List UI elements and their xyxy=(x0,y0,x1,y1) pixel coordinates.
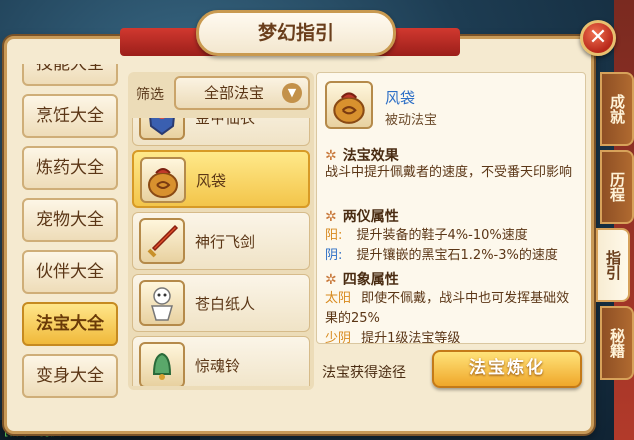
yang-label: 阳: xyxy=(325,228,343,243)
category-alchemy[interactable]: 炼药大全 xyxy=(22,146,118,190)
item-name: 神行飞剑 xyxy=(195,233,256,251)
list-item[interactable]: 苍白纸人 xyxy=(132,274,310,332)
item-name: 惊魂铃 xyxy=(195,357,241,375)
filter-value: 全部法宝 xyxy=(204,84,265,102)
treasure-detail: 风袋 被动法宝 ✲ 法宝效果 战斗中提升佩戴者的速度，不受番天印影响 ✲ 两仪属性 … xyxy=(316,72,586,344)
yin-text: 提升镶嵌的黑宝石1.2%-3%的速度 xyxy=(356,248,558,263)
panel-title: 梦幻指引 xyxy=(196,10,396,56)
list-item[interactable]: 金甲仙衣 xyxy=(132,118,310,146)
tab-achievements[interactable]: 成就 xyxy=(600,72,634,146)
sun-label: 太阳 xyxy=(325,291,352,306)
list-item-selected[interactable]: 风袋 xyxy=(132,150,310,208)
tab-secrets[interactable]: 秘籍 xyxy=(600,306,634,380)
wind-bag-icon xyxy=(325,81,373,129)
shaoyin-label: 少阴 xyxy=(325,331,352,344)
chevron-down-icon: ▼ xyxy=(282,83,302,103)
sun-line: 太阳 即使不佩戴，战斗中也可发挥基础效果的25% xyxy=(325,289,581,329)
section-title: 两仪属性 xyxy=(342,209,399,225)
yang-text: 提升装备的鞋子4%-10%速度 xyxy=(356,228,528,243)
bell-icon xyxy=(139,342,185,386)
flying-sword-icon xyxy=(139,218,185,264)
section-sixiang: ✲ 四象属性 xyxy=(325,269,399,289)
obtain-method-link[interactable]: 法宝获得途径 xyxy=(322,362,406,382)
item-name: 风袋 xyxy=(196,172,227,190)
category-cooking[interactable]: 烹饪大全 xyxy=(22,94,118,138)
list-item[interactable]: 神行飞剑 xyxy=(132,212,310,270)
category-pets[interactable]: 宠物大全 xyxy=(22,198,118,242)
item-name: 苍白纸人 xyxy=(195,295,256,313)
category-transform[interactable]: 变身大全 xyxy=(22,354,118,398)
item-name: 金甲仙衣 xyxy=(195,118,256,127)
tab-guide[interactable]: 指引 xyxy=(596,228,630,302)
category-skills[interactable]: 技能大全 xyxy=(22,64,118,86)
star-icon: ✲ xyxy=(325,272,337,288)
yin-label: 阴: xyxy=(325,248,343,263)
section-effect: ✲ 法宝效果 xyxy=(325,145,399,165)
refine-button[interactable]: 法宝炼化 xyxy=(432,350,582,388)
tab-history[interactable]: 历程 xyxy=(600,150,634,224)
yang-line: 阳: 提升装备的鞋子4%-10%速度 xyxy=(325,226,581,246)
category-partners[interactable]: 伙伴大全 xyxy=(22,250,118,294)
close-icon: ✕ xyxy=(588,25,608,50)
section-liangyi: ✲ 两仪属性 xyxy=(325,206,399,226)
armor-icon xyxy=(139,118,185,140)
sun-text: 即使不佩戴，战斗中也可发挥基础效果的25% xyxy=(325,291,570,326)
category-list: 技能大全 烹饪大全 炼药大全 宠物大全 伙伴大全 法宝大全 变身大全 xyxy=(14,64,124,404)
shaoyin-text: 提升1级法宝等级 xyxy=(361,331,461,344)
detail-name: 风袋 xyxy=(385,89,416,107)
filter-label: 筛选 xyxy=(136,87,164,103)
wind-bag-icon xyxy=(140,157,186,203)
paper-doll-icon xyxy=(139,280,185,326)
treasure-items: 金甲仙衣 风袋 神行飞剑 苍白纸人 惊魂铃 xyxy=(132,118,310,386)
filter-dropdown[interactable]: 全部法宝 ▼ xyxy=(174,76,310,110)
close-button[interactable]: ✕ xyxy=(580,20,616,56)
section-title: 四象属性 xyxy=(342,272,399,288)
treasure-list: 筛选 全部法宝 ▼ 金甲仙衣 风袋 神行飞剑 苍白纸人 惊魂铃 xyxy=(128,72,314,390)
shaoyin-line: 少阴 提升1级法宝等级 xyxy=(325,329,581,344)
star-icon: ✲ xyxy=(325,209,337,225)
yin-line: 阴: 提升镶嵌的黑宝石1.2%-3%的速度 xyxy=(325,246,581,266)
effect-text: 战斗中提升佩戴者的速度，不受番天印影响 xyxy=(325,165,573,180)
list-item[interactable]: 惊魂铃 xyxy=(132,336,310,386)
detail-type: 被动法宝 xyxy=(385,113,438,128)
category-treasures[interactable]: 法宝大全 xyxy=(22,302,118,346)
section-title: 法宝效果 xyxy=(342,148,399,164)
star-icon: ✲ xyxy=(325,148,337,164)
